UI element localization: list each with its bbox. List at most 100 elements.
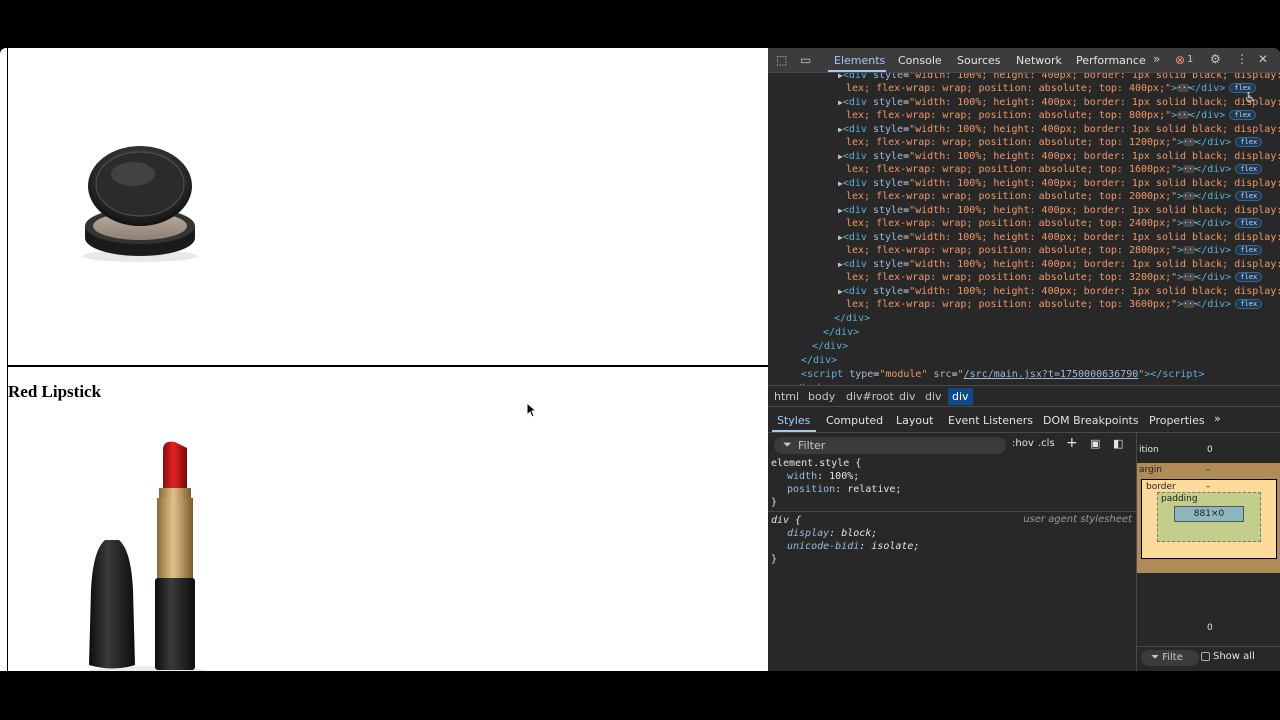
settings-icon[interactable]: ⚙ bbox=[1210, 52, 1221, 66]
lipstick-image bbox=[88, 441, 208, 671]
error-icon[interactable]: ⊗ bbox=[1175, 53, 1185, 67]
active-subtab-indicator bbox=[772, 430, 816, 432]
tab-sources[interactable]: Sources bbox=[957, 54, 1001, 67]
collapsed-content-icon[interactable]: ··· bbox=[1177, 84, 1192, 92]
page-viewport: Red Lipstick bbox=[0, 48, 768, 671]
tab-styles[interactable]: Styles bbox=[777, 414, 810, 427]
box-model-margin[interactable]: argin – border – padding 881×0 bbox=[1137, 463, 1280, 573]
dom-node[interactable]: ▶<div style="width: 100%; height: 400px;… bbox=[838, 177, 1280, 190]
inspect-element-icon[interactable]: ⬚ bbox=[776, 53, 787, 67]
show-all-label: Show all bbox=[1213, 651, 1255, 662]
flex-badge[interactable]: flex bbox=[1235, 191, 1263, 201]
dom-node[interactable]: ▶<div style="width: 100%; height: 400px;… bbox=[838, 204, 1280, 217]
element-style-rule: element.style { width: 100%; position: r… bbox=[771, 457, 901, 509]
show-all-checkbox[interactable] bbox=[1201, 652, 1210, 661]
tab-elements[interactable]: Elements bbox=[834, 54, 885, 67]
tab-console[interactable]: Console bbox=[898, 54, 942, 67]
margin-top-value: – bbox=[1206, 465, 1211, 475]
tab-event-listeners[interactable]: Event Listeners bbox=[948, 414, 1033, 427]
breadcrumb-div[interactable]: div bbox=[925, 390, 942, 403]
active-tab-indicator bbox=[828, 70, 886, 72]
breadcrumb-body[interactable]: body bbox=[808, 390, 835, 403]
dom-node[interactable]: ▶<div style="width: 100%; height: 400px;… bbox=[838, 258, 1280, 271]
breadcrumb-div-selected[interactable]: div bbox=[948, 388, 973, 405]
breadcrumb: html body div#root div div div bbox=[768, 385, 1280, 407]
dom-node-continuation: lex; flex-wrap: wrap; position: absolute… bbox=[846, 109, 1257, 122]
dom-node[interactable]: ▶<div style="width: 100%; height: 400px;… bbox=[838, 150, 1280, 163]
styles-tabbar: Styles Computed Layout Event Listeners D… bbox=[768, 407, 1280, 433]
filter-placeholder: Filter bbox=[798, 439, 826, 452]
breadcrumb-root[interactable]: div#root bbox=[846, 390, 894, 403]
tab-properties[interactable]: Properties bbox=[1149, 414, 1205, 427]
kebab-menu-icon[interactable]: ⋮ bbox=[1236, 52, 1248, 66]
devtools-panel: ⬚ ▭ Elements Console Sources Network Per… bbox=[768, 48, 1280, 671]
collapsed-content-icon[interactable]: ··· bbox=[1183, 246, 1198, 254]
accessibility-icon[interactable]: ♿ bbox=[1244, 90, 1257, 106]
dom-node-continuation: lex; flex-wrap: wrap; position: absolute… bbox=[846, 217, 1263, 230]
box-model-padding[interactable]: padding 881×0 bbox=[1157, 492, 1261, 542]
tab-computed[interactable]: Computed bbox=[826, 414, 883, 427]
collapsed-content-icon[interactable]: ··· bbox=[1183, 219, 1198, 227]
more-tabs-icon[interactable]: » bbox=[1214, 412, 1221, 425]
rule-declaration[interactable]: position: relative; bbox=[771, 483, 901, 496]
close-icon[interactable]: ✕ bbox=[1258, 52, 1268, 66]
flex-badge[interactable]: flex bbox=[1235, 245, 1263, 255]
tab-performance[interactable]: Performance bbox=[1076, 54, 1146, 67]
flex-badge[interactable]: flex bbox=[1235, 218, 1263, 228]
flex-badge[interactable]: flex bbox=[1235, 299, 1263, 309]
paint-icon[interactable]: ▣ bbox=[1090, 437, 1100, 450]
breadcrumb-html[interactable]: html bbox=[774, 390, 799, 403]
hov-button[interactable]: :hov bbox=[1012, 438, 1034, 449]
tab-dom-breakpoints[interactable]: DOM Breakpoints bbox=[1043, 414, 1139, 427]
flex-badge[interactable]: flex bbox=[1229, 110, 1257, 120]
rule-selector: div { bbox=[771, 515, 802, 526]
breadcrumb-div[interactable]: div bbox=[899, 390, 916, 403]
dom-node-continuation: lex; flex-wrap: wrap; position: absolute… bbox=[846, 271, 1263, 284]
collapsed-content-icon[interactable]: ··· bbox=[1177, 111, 1192, 119]
collapsed-content-icon[interactable]: ··· bbox=[1183, 273, 1198, 281]
padding-label: padding bbox=[1161, 494, 1198, 504]
rule-declaration[interactable]: unicode-bidi: isolate; bbox=[771, 540, 919, 553]
collapsed-content-icon[interactable]: ··· bbox=[1183, 300, 1198, 308]
collapsed-content-icon[interactable]: ··· bbox=[1183, 165, 1198, 173]
rule-close: } bbox=[771, 554, 778, 565]
rule-declaration[interactable]: display: block; bbox=[771, 527, 919, 540]
dom-closing-tag[interactable]: </div> bbox=[801, 354, 837, 367]
border-label: border bbox=[1146, 482, 1176, 492]
flex-badge[interactable]: flex bbox=[1235, 137, 1263, 147]
box-model-border[interactable]: border – padding 881×0 bbox=[1141, 479, 1277, 559]
device-toolbar-icon[interactable]: ▭ bbox=[800, 53, 811, 67]
dom-closing-tag[interactable]: </div> bbox=[834, 312, 870, 325]
computed-filter-input[interactable]: ⏷ Filte bbox=[1141, 650, 1199, 666]
dom-node[interactable]: ▶<div style="width: 100%; height: 400px;… bbox=[838, 96, 1280, 109]
dom-node[interactable]: ▶<div style="width: 100%; height: 400px;… bbox=[838, 231, 1280, 244]
rule-declaration[interactable]: width: 100%; bbox=[771, 470, 901, 483]
dom-node[interactable]: ▶<div style="width: 100%; height: 400px;… bbox=[838, 73, 1280, 82]
flex-badge[interactable]: flex bbox=[1235, 164, 1263, 174]
box-model-pane: ition 0 argin – border – padding 881×0 0… bbox=[1136, 433, 1280, 671]
sidebar-toggle-icon[interactable]: ◧ bbox=[1113, 437, 1123, 450]
dom-node-continuation: lex; flex-wrap: wrap; position: absolute… bbox=[846, 298, 1263, 311]
box-model-content[interactable]: 881×0 bbox=[1174, 506, 1244, 522]
more-tabs-icon[interactable]: » bbox=[1153, 52, 1160, 66]
flex-badge[interactable]: flex bbox=[1235, 272, 1263, 282]
dom-tree: ▶<div style="width: 100%; height: 400px;… bbox=[768, 73, 1280, 385]
tab-layout[interactable]: Layout bbox=[896, 414, 933, 427]
styles-filter-input[interactable]: ⏷ Filter bbox=[774, 437, 1006, 454]
cls-button[interactable]: .cls bbox=[1038, 438, 1055, 449]
new-rule-icon[interactable]: + bbox=[1066, 435, 1078, 451]
dom-node-continuation: lex; flex-wrap: wrap; position: absolute… bbox=[846, 190, 1263, 203]
dom-node[interactable]: ▶<div style="width: 100%; height: 400px;… bbox=[838, 123, 1280, 136]
rule-close: } bbox=[771, 497, 778, 508]
collapsed-content-icon[interactable]: ··· bbox=[1183, 138, 1198, 146]
div-rule: div { display: block; unicode-bidi: isol… bbox=[771, 514, 919, 566]
dom-closing-tag[interactable]: </div> bbox=[812, 340, 848, 353]
dom-script-node[interactable]: <script type="module" src="/src/main.jsx… bbox=[801, 368, 1205, 381]
dom-node[interactable]: ▶<div style="width: 100%; height: 400px;… bbox=[838, 285, 1280, 298]
dom-closing-tag[interactable]: </div> bbox=[823, 326, 859, 339]
stylesheet-source: user agent stylesheet bbox=[1023, 514, 1132, 525]
styles-pane: ⏷ Filter :hov .cls + ▣ ◧ element.style {… bbox=[768, 433, 1136, 671]
dom-node-continuation: lex; flex-wrap: wrap; position: absolute… bbox=[846, 136, 1263, 149]
collapsed-content-icon[interactable]: ··· bbox=[1183, 192, 1198, 200]
tab-network[interactable]: Network bbox=[1016, 54, 1062, 67]
